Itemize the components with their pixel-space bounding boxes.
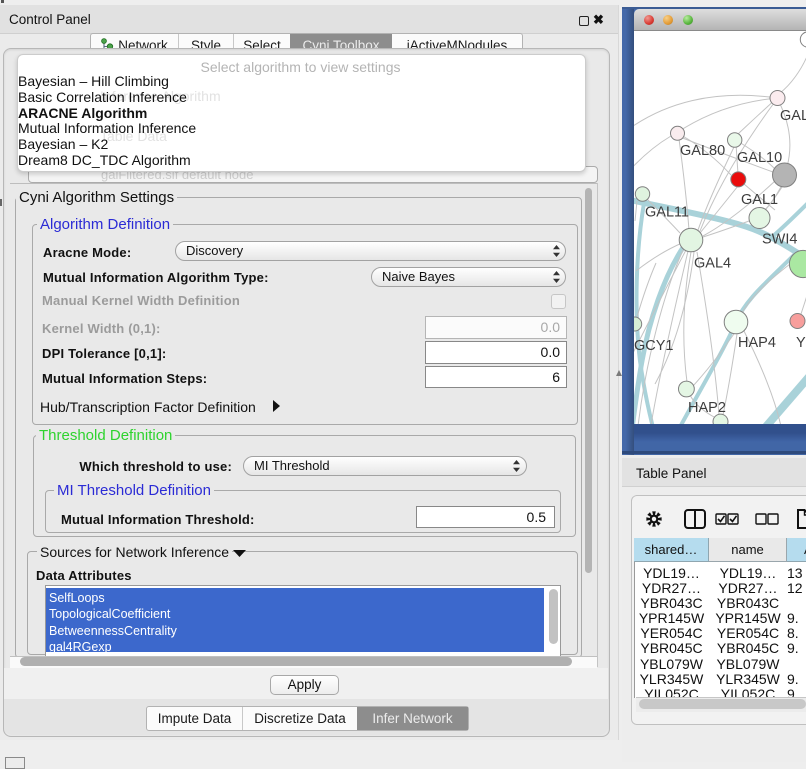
svg-text:GAL1: GAL1 [741,192,778,208]
svg-text:GAL4: GAL4 [694,256,731,272]
svg-text:GCY1: GCY1 [634,338,674,354]
svg-text:SWI4: SWI4 [762,232,797,248]
svg-text:GAL80: GAL80 [680,143,725,159]
svg-text:HAP4: HAP4 [738,335,776,351]
svg-text:GAL11: GAL11 [645,205,689,221]
svg-text:Y: Y [796,335,806,351]
svg-text:GAL10: GAL10 [737,150,782,166]
svg-text:GAL3: GAL3 [780,108,806,124]
svg-text:HAP2: HAP2 [688,400,726,416]
